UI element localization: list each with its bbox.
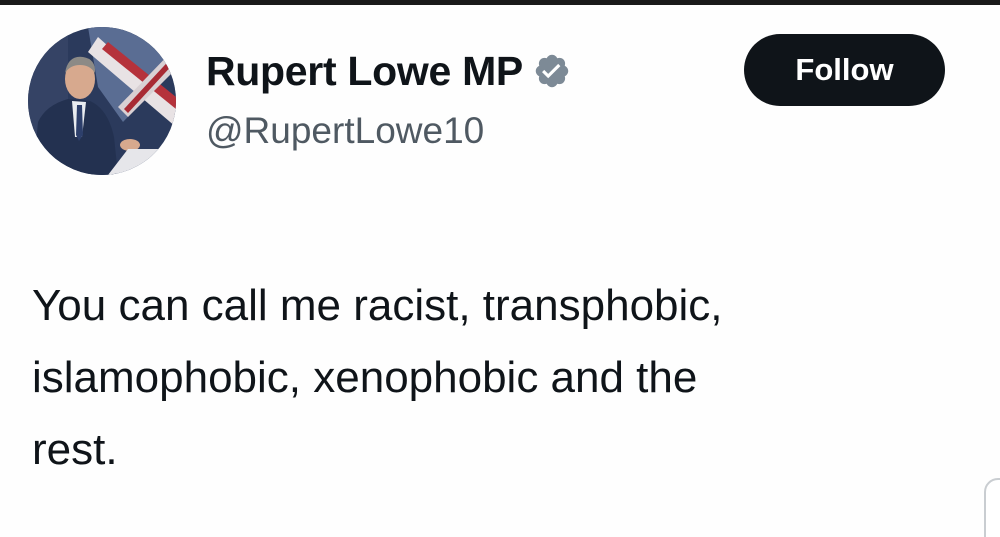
tweet-text-line: islamophobic, xenophobic and the	[32, 353, 698, 402]
top-divider	[0, 0, 1000, 5]
tweet-text: You can call me racist, transphobic, isl…	[32, 270, 982, 486]
user-handle[interactable]: @RupertLowe10	[206, 110, 484, 152]
tweet-text-line: rest.	[32, 425, 118, 474]
tweet-card: Rupert Lowe MP @RupertLowe10 Follow You …	[0, 0, 1000, 537]
avatar-photo	[28, 27, 176, 175]
display-name[interactable]: Rupert Lowe MP	[206, 48, 523, 95]
scroll-handle[interactable]	[984, 478, 1000, 537]
name-row: Rupert Lowe MP	[206, 46, 571, 96]
avatar[interactable]	[28, 27, 176, 175]
tweet-text-line: You can call me racist, transphobic,	[32, 281, 723, 330]
verified-badge-icon	[533, 52, 571, 90]
follow-button[interactable]: Follow	[744, 34, 945, 106]
